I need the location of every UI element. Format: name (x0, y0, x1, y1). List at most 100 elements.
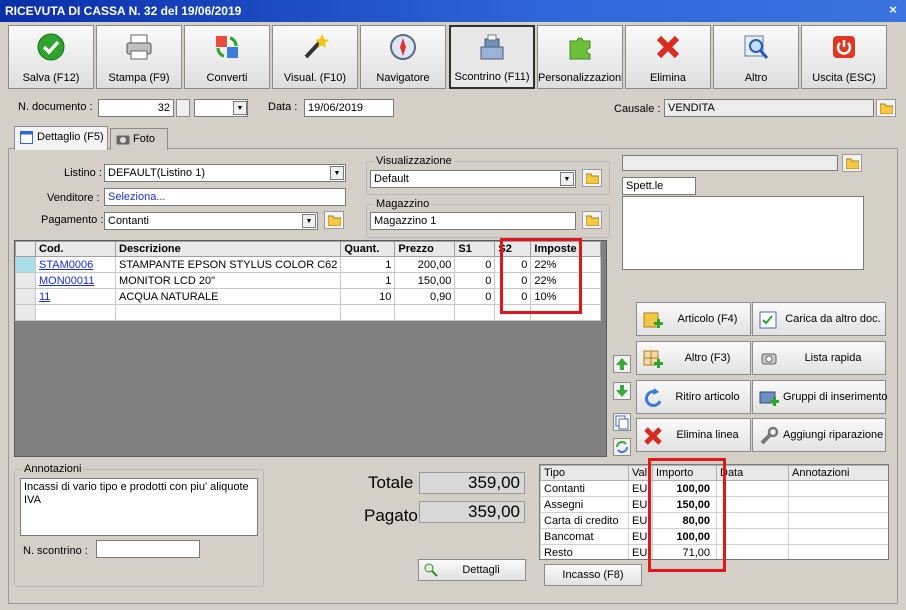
copy-line-button[interactable] (613, 413, 631, 431)
move-up-button[interactable] (613, 355, 631, 373)
annotations-textarea[interactable]: Incassi di vario tipo e prodotti con piu… (20, 478, 258, 536)
details-button[interactable]: Dettagli (418, 559, 526, 581)
payment-notes[interactable] (788, 496, 888, 513)
venditore-input[interactable]: Seleziona... (104, 188, 346, 206)
add-other-button[interactable]: Altro (F3) (636, 341, 751, 375)
item-code-link[interactable]: 11 (39, 291, 50, 303)
item-quantity[interactable]: 1 (340, 256, 396, 273)
cliente-address-box[interactable] (622, 196, 864, 270)
pagamento-select[interactable]: Contanti (104, 212, 318, 230)
row-indicator[interactable] (15, 304, 36, 321)
move-down-button[interactable] (613, 382, 631, 400)
column-header[interactable]: Quant. (340, 241, 396, 257)
doc-number-label: N. documento : (18, 101, 93, 113)
payment-notes[interactable] (788, 480, 888, 497)
print-button[interactable]: Stampa (F9) (96, 25, 182, 89)
refresh-button[interactable] (613, 438, 631, 456)
magazzino-folder-button[interactable] (582, 211, 602, 229)
column-header[interactable]: Prezzo (394, 241, 456, 257)
causale-input[interactable]: VENDITA (664, 99, 874, 117)
pagato-value: 359,00 (419, 501, 525, 523)
item-quantity[interactable]: 1 (340, 272, 396, 289)
listino-select[interactable]: DEFAULT(Listino 1) (104, 164, 346, 182)
item-price[interactable]: 150,00 (394, 272, 456, 289)
payment-notes[interactable] (788, 544, 888, 559)
item-s1[interactable]: 0 (454, 272, 496, 289)
customize-button[interactable]: Personalizzazioni (537, 25, 623, 89)
item-price[interactable]: 0,90 (394, 288, 456, 305)
load-document-button[interactable]: Carica da altro doc. (752, 302, 886, 336)
date-input[interactable]: 19/06/2019 (304, 99, 394, 117)
payment-date[interactable] (716, 528, 789, 545)
totale-label: Totale (368, 473, 414, 492)
visualizzazione-label: Visualizzazione (374, 155, 454, 167)
chevron-down-icon[interactable]: ▼ (233, 101, 247, 115)
insert-groups-button[interactable]: Gruppi di inserimento (752, 380, 888, 414)
customize-button-label: Personalizzazioni (538, 72, 622, 84)
delete-line-button[interactable]: Elimina linea (636, 418, 751, 452)
row-indicator[interactable] (15, 272, 36, 289)
close-icon[interactable]: × (886, 3, 900, 17)
item-quantity[interactable]: 10 (340, 288, 396, 305)
totale-value: 359,00 (419, 472, 525, 494)
save-button[interactable]: Salva (F12) (8, 25, 94, 89)
receipt-button[interactable]: Scontrino (F11) (449, 25, 535, 89)
cliente-search-input[interactable] (622, 155, 838, 171)
chevron-down-icon[interactable]: ▼ (560, 172, 574, 186)
navigator-button[interactable]: Navigatore (360, 25, 446, 89)
payment-date[interactable] (716, 544, 789, 559)
column-header[interactable]: Annotazioni (788, 465, 888, 481)
item-s1[interactable]: 0 (454, 288, 496, 305)
payment-date[interactable] (716, 496, 789, 513)
item-description[interactable]: MONITOR LCD 20" (114, 272, 342, 289)
wrench-icon (760, 426, 779, 445)
quick-list-button[interactable]: Lista rapida (752, 341, 886, 375)
column-header[interactable]: S1 (454, 241, 496, 257)
visualizzazione-folder-button[interactable] (582, 169, 602, 187)
causale-folder-button[interactable] (876, 99, 896, 117)
other-button[interactable]: Altro (713, 25, 799, 89)
visual-button[interactable]: Visual. (F10) (272, 25, 358, 89)
payment-type: Contanti (540, 480, 629, 497)
doc-number-input[interactable]: 32 (98, 99, 174, 117)
cliente-title-input[interactable]: Spett.le (622, 177, 696, 195)
doc-number-spinner[interactable] (176, 99, 190, 117)
cliente-folder-button[interactable] (842, 154, 862, 172)
item-s1[interactable]: 0 (454, 256, 496, 273)
add-article-button[interactable]: Articolo (F4) (636, 302, 751, 336)
tab-dettaglio[interactable]: Dettaglio (F5) (14, 126, 108, 150)
add-article-icon (643, 312, 663, 328)
row-indicator-header (15, 241, 36, 257)
delete-button[interactable]: Elimina (625, 25, 711, 89)
item-code-link[interactable]: MON00011 (39, 275, 94, 287)
exit-button[interactable]: Uscita (ESC) (801, 25, 887, 89)
column-header[interactable]: Descrizione (114, 241, 342, 257)
payment-date[interactable] (716, 480, 789, 497)
folder-icon (880, 103, 893, 114)
item-description[interactable]: STAMPANTE EPSON STYLUS COLOR C62 (114, 256, 342, 273)
item-description[interactable]: ACQUA NATURALE (114, 288, 342, 305)
add-repair-button[interactable]: Aggiungi riparazione (752, 418, 886, 452)
convert-button[interactable]: Converti (184, 25, 270, 89)
visualizzazione-select[interactable]: Default (370, 170, 576, 188)
chevron-down-icon[interactable]: ▼ (302, 214, 316, 228)
pagamento-folder-button[interactable] (324, 211, 344, 229)
tab-foto[interactable]: Foto (110, 128, 168, 150)
payment-date[interactable] (716, 512, 789, 529)
load-document-icon (759, 311, 777, 329)
item-price[interactable]: 200,00 (394, 256, 456, 273)
magazzino-input[interactable]: Magazzino 1 (370, 212, 576, 230)
payment-notes[interactable] (788, 512, 888, 529)
column-header[interactable]: Tipo (540, 465, 629, 481)
payment-notes[interactable] (788, 528, 888, 545)
incasso-button[interactable]: Incasso (F8) (544, 564, 642, 586)
column-header[interactable]: Data (716, 465, 789, 481)
chevron-down-icon[interactable]: ▼ (330, 166, 344, 180)
row-indicator[interactable] (15, 288, 36, 305)
return-article-button[interactable]: Ritiro articolo (636, 380, 751, 414)
amount-column-highlight (648, 458, 726, 572)
row-indicator[interactable] (15, 256, 36, 273)
scontrino-input[interactable] (96, 540, 200, 558)
item-code-link[interactable]: STAM0006 (39, 259, 93, 271)
column-header[interactable]: Cod. (35, 241, 116, 257)
